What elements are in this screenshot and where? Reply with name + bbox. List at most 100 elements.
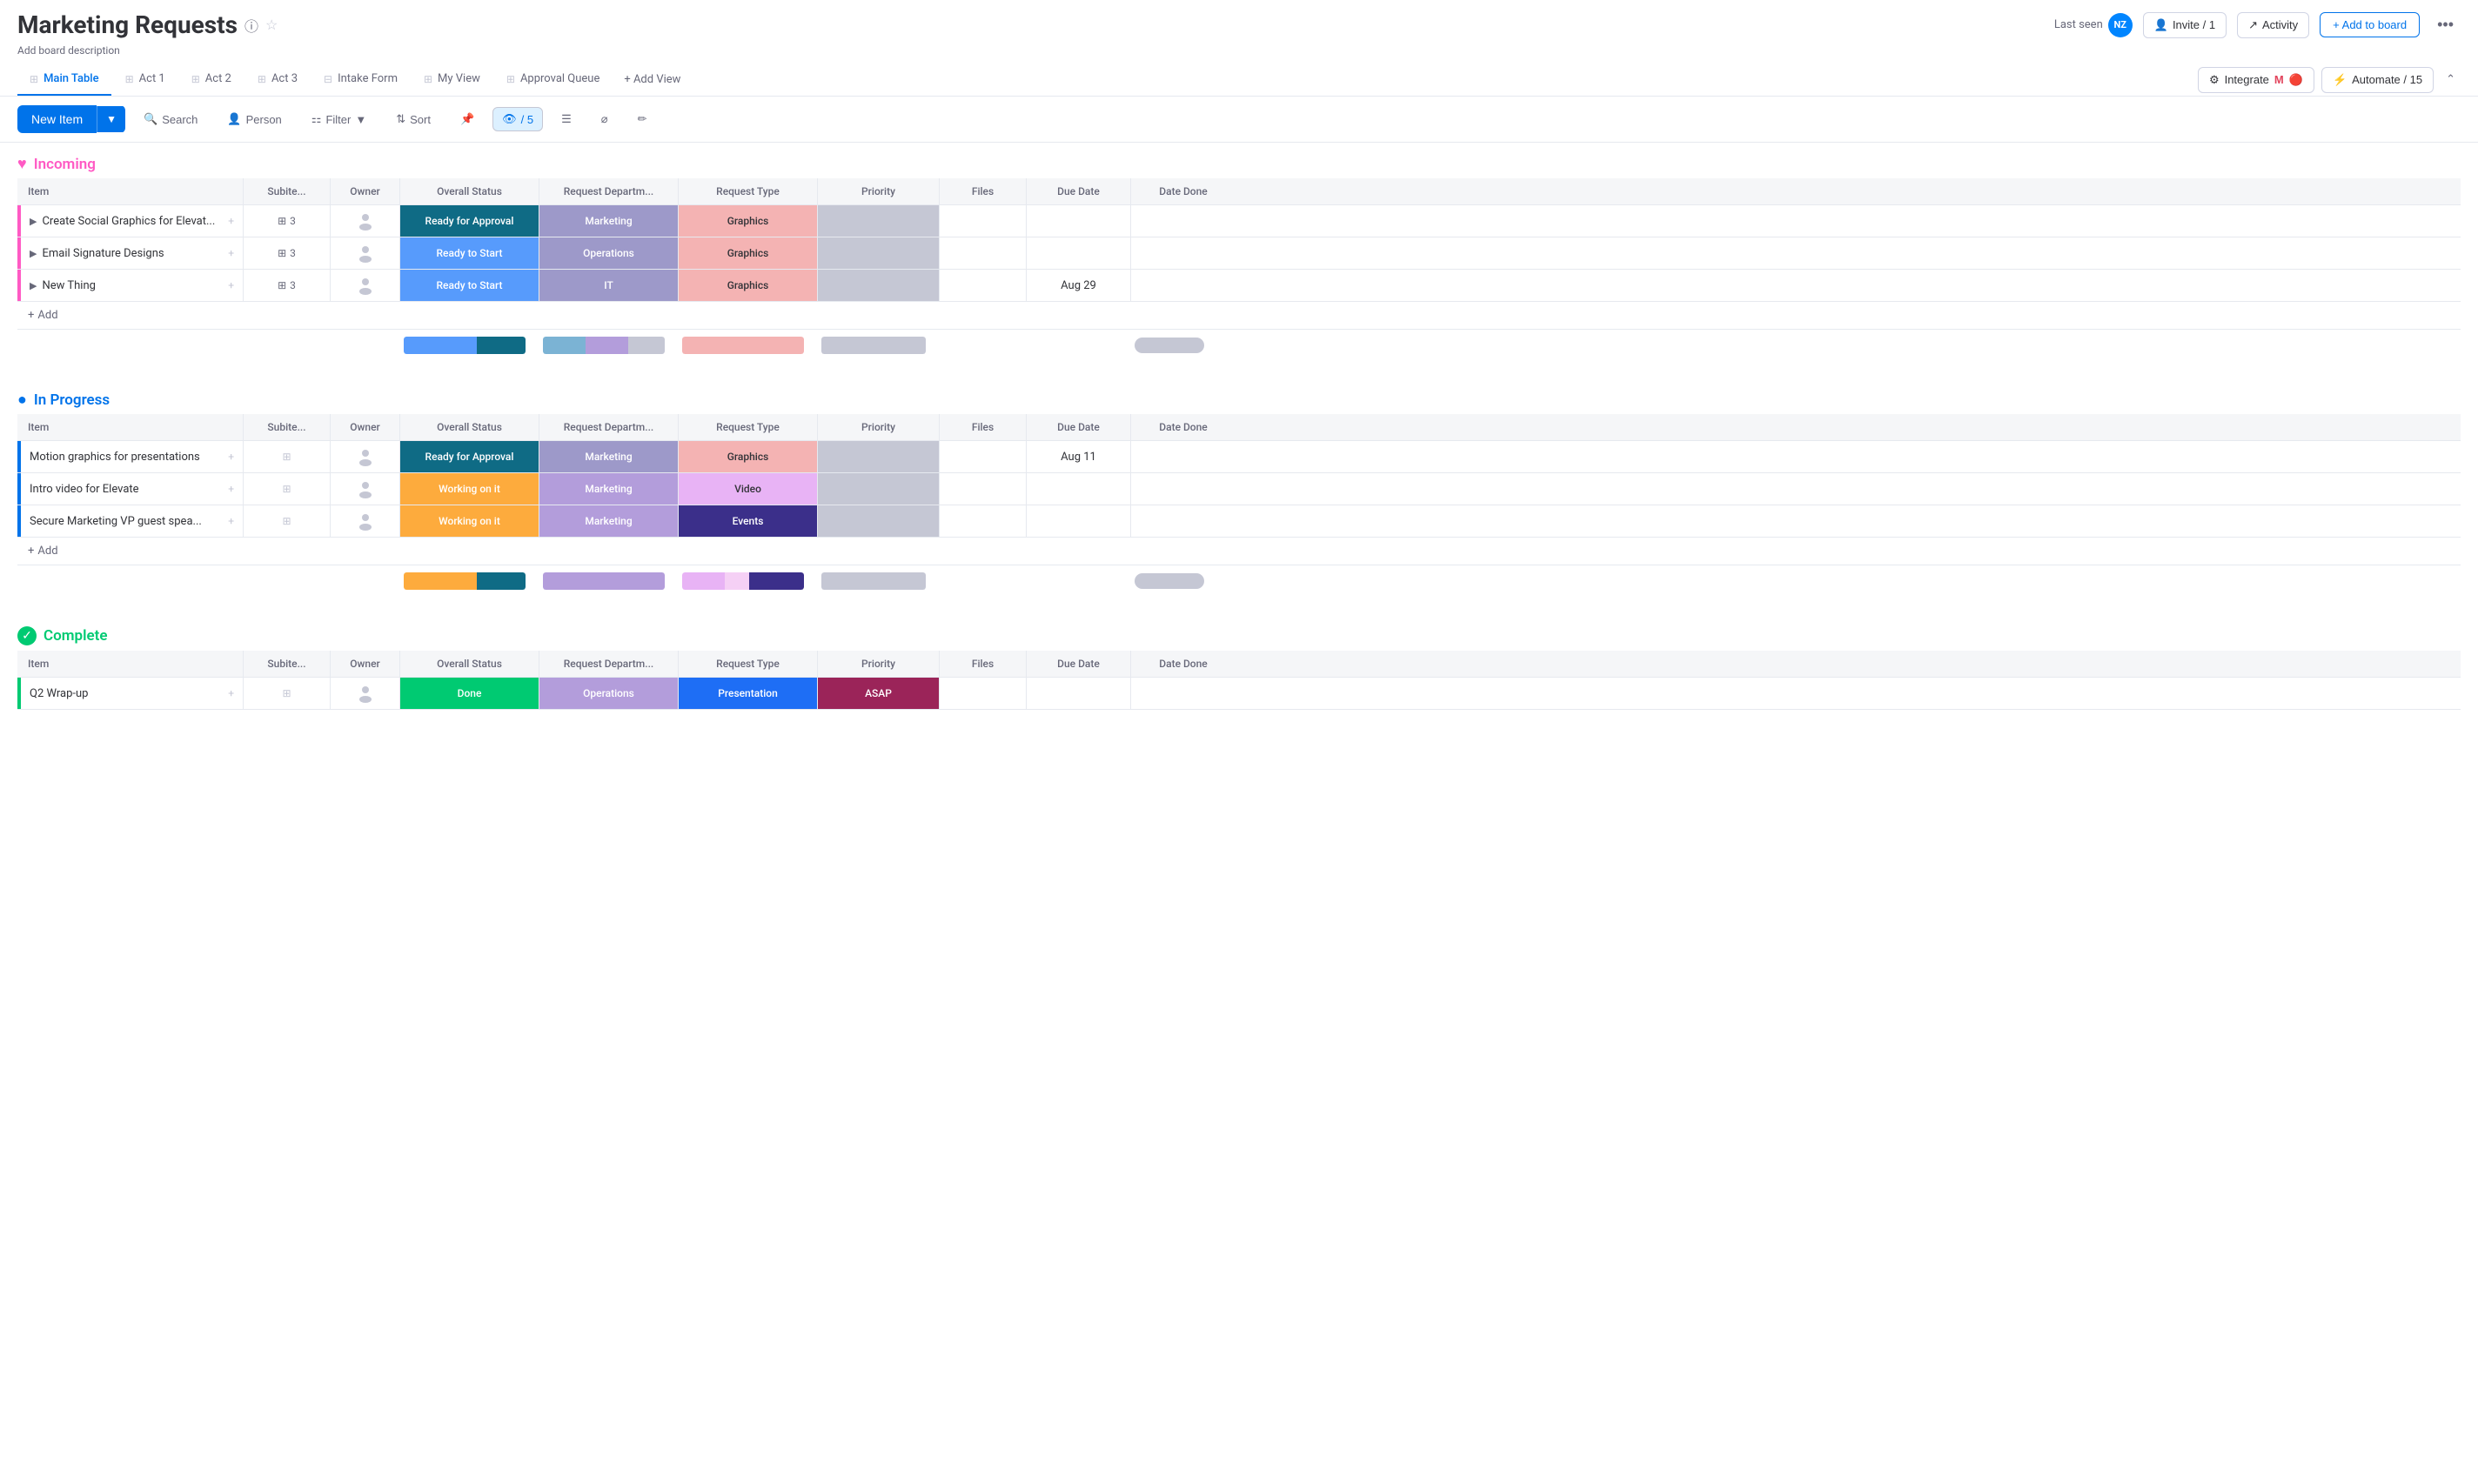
info-icon[interactable]: ⓘ bbox=[244, 15, 258, 36]
status-cell[interactable]: Working on it bbox=[400, 473, 539, 505]
more-options-button[interactable]: ••• bbox=[2430, 10, 2461, 39]
type-cell[interactable]: Graphics bbox=[679, 441, 818, 472]
tab-act1[interactable]: ⊞ Act 1 bbox=[113, 64, 177, 96]
row-name-cell[interactable]: ▶ Email Signature Designs + bbox=[21, 237, 244, 269]
row-name-cell[interactable]: Intro video for Elevate + bbox=[21, 473, 244, 505]
dept-cell[interactable]: Marketing bbox=[539, 473, 679, 505]
owner-cell[interactable] bbox=[331, 237, 400, 269]
type-cell[interactable]: Graphics bbox=[679, 205, 818, 237]
invite-button[interactable]: 👤 Invite / 1 bbox=[2143, 12, 2227, 38]
collapse-button[interactable]: ⌃ bbox=[2441, 68, 2461, 91]
add-icon[interactable]: + bbox=[228, 279, 234, 291]
dept-cell[interactable]: Marketing bbox=[539, 505, 679, 537]
new-item-dropdown[interactable]: ▼ bbox=[97, 106, 125, 132]
priority-cell[interactable] bbox=[818, 473, 940, 505]
subitem-cell[interactable]: ⊞ bbox=[244, 473, 331, 505]
priority-cell[interactable] bbox=[818, 237, 940, 269]
type-cell[interactable]: Presentation bbox=[679, 678, 818, 709]
add-icon[interactable]: + bbox=[228, 483, 234, 495]
add-icon[interactable]: + bbox=[228, 451, 234, 463]
person-avatar bbox=[355, 446, 376, 467]
dept-cell[interactable]: IT bbox=[539, 270, 679, 301]
status-cell[interactable]: Ready for Approval bbox=[400, 441, 539, 472]
star-icon[interactable]: ☆ bbox=[265, 17, 278, 33]
add-icon[interactable]: + bbox=[228, 515, 234, 527]
integrate-button[interactable]: ⚙ Integrate M 🔴 bbox=[2198, 67, 2314, 93]
owner-cell[interactable] bbox=[331, 473, 400, 505]
col-header-files: Files bbox=[940, 651, 1027, 677]
row-name-cell[interactable]: ▶ Create Social Graphics for Elevat... + bbox=[21, 205, 244, 237]
status-cell[interactable]: Ready to Start bbox=[400, 237, 539, 269]
expand-icon[interactable]: ▶ bbox=[30, 248, 37, 259]
owner-cell[interactable] bbox=[331, 505, 400, 537]
activity-button[interactable]: ↗ Activity bbox=[2237, 12, 2309, 38]
add-icon[interactable]: + bbox=[228, 687, 234, 699]
tab-main-table[interactable]: ⊞ Main Table bbox=[17, 64, 111, 96]
tab-act2[interactable]: ⊞ Act 2 bbox=[179, 64, 244, 96]
add-row-button[interactable]: + Add bbox=[17, 538, 2461, 565]
add-to-board-button[interactable]: + Add to board bbox=[2320, 12, 2420, 37]
status-cell[interactable]: Done bbox=[400, 678, 539, 709]
col-header-subitem: Subite... bbox=[244, 414, 331, 440]
owner-cell[interactable] bbox=[331, 678, 400, 709]
status-cell[interactable]: Working on it bbox=[400, 505, 539, 537]
dept-cell[interactable]: Marketing bbox=[539, 205, 679, 237]
row-name-cell[interactable]: Secure Marketing VP guest spea... + bbox=[21, 505, 244, 537]
add-icon[interactable]: + bbox=[228, 247, 234, 259]
datedone-cell bbox=[1131, 441, 1236, 472]
edit-button[interactable]: ✏ bbox=[626, 105, 659, 133]
pin-button[interactable]: 📌 bbox=[449, 105, 486, 133]
filter-button[interactable]: ⚏ Filter ▼ bbox=[300, 105, 378, 133]
owner-cell[interactable] bbox=[331, 441, 400, 472]
owner-cell[interactable] bbox=[331, 205, 400, 237]
row-name-cell[interactable]: ▶ New Thing + bbox=[21, 270, 244, 301]
col-header-owner: Owner bbox=[331, 414, 400, 440]
automate-button[interactable]: ⚡ Automate / 15 bbox=[2321, 67, 2434, 93]
group-by-button[interactable]: ☰ bbox=[550, 105, 583, 133]
dept-cell[interactable]: Operations bbox=[539, 678, 679, 709]
priority-cell[interactable]: ASAP bbox=[818, 678, 940, 709]
row-name-cell[interactable]: Motion graphics for presentations + bbox=[21, 441, 244, 472]
row-name-cell[interactable]: Q2 Wrap-up + bbox=[21, 678, 244, 709]
type-cell[interactable]: Graphics bbox=[679, 270, 818, 301]
expand-icon[interactable]: ▶ bbox=[30, 216, 37, 227]
formula-button[interactable]: ⌀ bbox=[590, 105, 620, 133]
person-filter-button[interactable]: 👤 Person bbox=[216, 105, 292, 133]
tab-act3[interactable]: ⊞ Act 3 bbox=[245, 64, 310, 96]
subitem-cell[interactable]: ⊞ 3 bbox=[244, 270, 331, 301]
add-row-button[interactable]: + Add bbox=[17, 302, 2461, 329]
owner-cell[interactable] bbox=[331, 270, 400, 301]
new-item-button[interactable]: New Item bbox=[17, 105, 97, 133]
subitem-cell[interactable]: ⊞ 3 bbox=[244, 237, 331, 269]
type-cell[interactable]: Video bbox=[679, 473, 818, 505]
tab-intake-form[interactable]: ⊟ Intake Form bbox=[311, 64, 410, 96]
files-cell bbox=[940, 505, 1027, 537]
col-header-duedate: Due Date bbox=[1027, 414, 1131, 440]
priority-cell[interactable] bbox=[818, 270, 940, 301]
sort-button[interactable]: ⇅ Sort bbox=[385, 105, 442, 133]
dept-cell[interactable]: Marketing bbox=[539, 441, 679, 472]
subitem-cell[interactable]: ⊞ 3 bbox=[244, 205, 331, 237]
subitem-cell[interactable]: ⊞ bbox=[244, 441, 331, 472]
add-icon[interactable]: + bbox=[228, 215, 234, 227]
tab-my-view[interactable]: ⊞ My View bbox=[412, 64, 492, 96]
subitem-cell[interactable]: ⊞ bbox=[244, 505, 331, 537]
priority-cell[interactable] bbox=[818, 441, 940, 472]
views-button[interactable]: 👁 / 5 bbox=[492, 107, 543, 131]
priority-cell[interactable] bbox=[818, 505, 940, 537]
group-complete-header: ✓ Complete bbox=[17, 614, 2461, 651]
search-button[interactable]: 🔍 Search bbox=[132, 105, 209, 133]
status-cell[interactable]: Ready for Approval bbox=[400, 205, 539, 237]
tab-approval-queue[interactable]: ⊞ Approval Queue bbox=[494, 64, 612, 96]
dept-cell[interactable]: Operations bbox=[539, 237, 679, 269]
datedone-cell bbox=[1131, 678, 1236, 709]
type-cell[interactable]: Graphics bbox=[679, 237, 818, 269]
priority-cell[interactable] bbox=[818, 205, 940, 237]
subitem-cell[interactable]: ⊞ bbox=[244, 678, 331, 709]
type-cell[interactable]: Events bbox=[679, 505, 818, 537]
complete-icon: ✓ bbox=[17, 626, 37, 645]
board-description[interactable]: Add board description bbox=[0, 43, 2478, 64]
status-cell[interactable]: Ready to Start bbox=[400, 270, 539, 301]
add-view-button[interactable]: + Add View bbox=[613, 66, 691, 93]
expand-icon[interactable]: ▶ bbox=[30, 280, 37, 291]
